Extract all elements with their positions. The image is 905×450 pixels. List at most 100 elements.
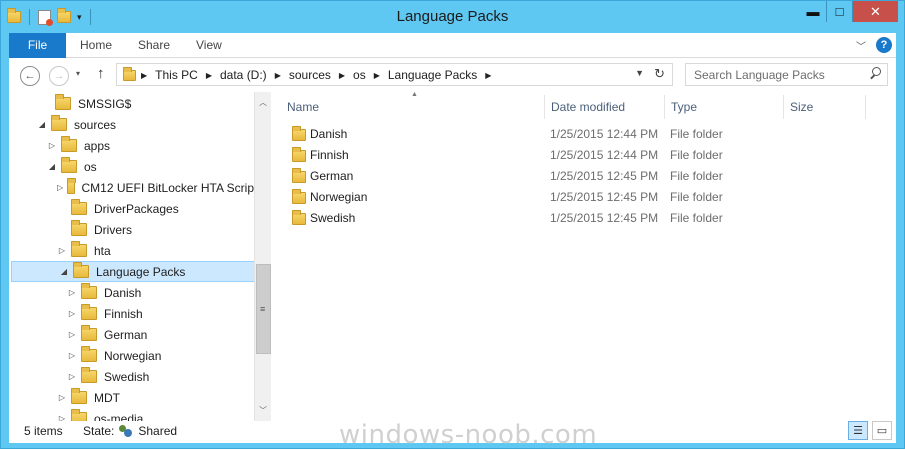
tree-expander-icon[interactable]: ▷ xyxy=(67,372,77,381)
column-header-date-modified[interactable]: Date modified xyxy=(545,95,665,119)
tree-expander-icon[interactable]: ▷ xyxy=(67,351,77,360)
folder-icon xyxy=(71,241,87,257)
up-one-level-button[interactable]: ↑ xyxy=(97,65,105,82)
breadcrumb-separator-icon[interactable]: ▶ xyxy=(374,71,380,80)
tree-item[interactable]: ▷ CM12 UEFI BitLocker HTA Scrip xyxy=(9,177,254,198)
breadcrumb-language-packs[interactable]: Language Packs xyxy=(388,68,477,82)
main-body: SMSSIG$ ◢ sources ▷ apps ◢ os ▷ CM12 UEF… xyxy=(9,91,896,421)
large-icons-view-button[interactable]: ▭ xyxy=(872,421,892,440)
maximize-button[interactable]: □ xyxy=(826,1,852,22)
tree-expander-icon[interactable]: ▷ xyxy=(47,141,57,150)
file-row[interactable]: Norwegian 1/25/2015 12:45 PM File folder xyxy=(281,187,866,208)
close-button[interactable]: ✕ xyxy=(852,1,898,22)
navigation-pane-scrollbar[interactable]: ︿ ≡ ﹀ xyxy=(254,92,271,421)
tree-item[interactable]: ▷ Swedish xyxy=(9,366,254,387)
address-bar[interactable]: ▶ This PC ▶ data (D:) ▶ sources ▶ os ▶ L… xyxy=(116,63,673,86)
tree-item-label: Norwegian xyxy=(104,348,162,363)
tab-home[interactable]: Home xyxy=(80,33,112,58)
tree-expander-icon[interactable]: ◢ xyxy=(59,267,69,276)
tree-expander-icon[interactable]: ◢ xyxy=(47,162,57,171)
tree-item[interactable]: ▷ Danish xyxy=(9,282,254,303)
refresh-icon[interactable]: ↻ xyxy=(654,66,665,82)
tree-item[interactable]: DriverPackages xyxy=(9,198,254,219)
expand-ribbon-chevron-icon[interactable]: ﹀ xyxy=(856,38,866,53)
title-bar[interactable]: ▾ Language Packs ▬ □ ✕ xyxy=(1,1,904,33)
minimize-button[interactable]: ▬ xyxy=(800,1,826,22)
address-history-chevron-icon[interactable]: ▼ xyxy=(635,68,644,78)
tree-item[interactable]: ◢ os xyxy=(9,156,254,177)
tree-item[interactable]: ▷ MDT xyxy=(9,387,254,408)
tree-item[interactable]: ▷ hta xyxy=(9,240,254,261)
file-name: Finnish xyxy=(310,148,349,162)
tree-item[interactable]: SMSSIG$ xyxy=(9,93,254,114)
breadcrumb-separator-icon[interactable]: ▶ xyxy=(339,71,345,80)
scroll-down-arrow-icon[interactable]: ﹀ xyxy=(255,402,271,419)
file-row[interactable]: German 1/25/2015 12:45 PM File folder xyxy=(281,166,866,187)
tree-item[interactable]: ▷ os-media xyxy=(9,408,254,421)
tree-item[interactable]: ▷ German xyxy=(9,324,254,345)
tree-item-label: os xyxy=(84,159,97,174)
breadcrumb: ▶ This PC ▶ data (D:) ▶ sources ▶ os ▶ L… xyxy=(141,68,491,82)
search-input[interactable] xyxy=(686,64,861,85)
item-count: 5 items xyxy=(24,424,63,438)
tree-expander-icon[interactable]: ▷ xyxy=(67,330,77,339)
folder-icon xyxy=(81,367,97,383)
breadcrumb-separator-icon[interactable]: ▶ xyxy=(485,71,491,80)
folder-icon xyxy=(81,325,97,341)
tree-expander-icon[interactable]: ▷ xyxy=(57,393,67,402)
file-row[interactable]: Swedish 1/25/2015 12:45 PM File folder xyxy=(281,208,866,229)
tree-expander-icon[interactable]: ▷ xyxy=(67,288,77,297)
forward-button[interactable]: → xyxy=(49,66,69,86)
tree-item[interactable]: ▷ apps xyxy=(9,135,254,156)
column-header-type[interactable]: Type xyxy=(665,95,784,119)
tree-item[interactable]: ▷ Finnish xyxy=(9,303,254,324)
tree-expander-icon[interactable]: ▷ xyxy=(67,309,77,318)
tree-expander-icon[interactable]: ▷ xyxy=(57,183,63,192)
tree-item[interactable]: Drivers xyxy=(9,219,254,240)
scrollbar-thumb[interactable]: ≡ xyxy=(256,264,271,354)
recent-locations-chevron-icon[interactable]: ▾ xyxy=(76,69,80,78)
breadcrumb-data-drive[interactable]: data (D:) xyxy=(220,68,267,82)
file-type: File folder xyxy=(670,190,723,204)
navigation-pane: SMSSIG$ ◢ sources ▷ apps ◢ os ▷ CM12 UEF… xyxy=(9,92,271,421)
shared-users-icon xyxy=(118,424,134,438)
file-name: Swedish xyxy=(310,211,356,225)
breadcrumb-separator-icon[interactable]: ▶ xyxy=(141,71,147,80)
search-icon[interactable] xyxy=(869,67,881,79)
tree-expander-icon[interactable]: ◢ xyxy=(37,120,47,129)
file-row[interactable]: Danish 1/25/2015 12:44 PM File folder xyxy=(281,124,866,145)
tree-expander-icon[interactable]: ▷ xyxy=(57,246,67,255)
tree-item-selected[interactable]: ◢ Language Packs xyxy=(11,261,256,282)
column-header-size[interactable]: Size xyxy=(784,95,866,119)
breadcrumb-separator-icon[interactable]: ▶ xyxy=(275,71,281,80)
tree-expander-icon[interactable]: ▷ xyxy=(57,414,67,421)
tab-share[interactable]: Share xyxy=(138,33,170,58)
tab-file[interactable]: File xyxy=(9,33,66,58)
breadcrumb-sources[interactable]: sources xyxy=(289,68,331,82)
folder-icon xyxy=(292,147,306,162)
column-header-name[interactable]: Name xyxy=(281,95,545,119)
folder-icon xyxy=(292,168,306,183)
tree-item[interactable]: ▷ Norwegian xyxy=(9,345,254,366)
breadcrumb-this-pc[interactable]: This PC xyxy=(155,68,198,82)
breadcrumb-separator-icon[interactable]: ▶ xyxy=(206,71,212,80)
state-label: State: xyxy=(83,424,115,438)
tree-item-label: Finnish xyxy=(104,306,143,321)
tab-view[interactable]: View xyxy=(196,33,222,58)
scrollbar-grip-icon: ≡ xyxy=(260,304,266,314)
folder-icon xyxy=(67,178,77,194)
back-button[interactable]: ← xyxy=(20,66,40,86)
file-name: Danish xyxy=(310,127,348,141)
folder-icon xyxy=(55,94,71,110)
breadcrumb-os[interactable]: os xyxy=(353,68,366,82)
file-name: German xyxy=(310,169,354,183)
file-row[interactable]: Finnish 1/25/2015 12:44 PM File folder xyxy=(281,145,866,166)
help-icon[interactable]: ? xyxy=(876,37,892,53)
folder-icon xyxy=(61,136,77,152)
details-view-button[interactable]: ☰ xyxy=(848,421,868,440)
tree-item-label: Drivers xyxy=(94,222,132,237)
search-box[interactable] xyxy=(685,63,888,86)
tree-item-label: SMSSIG$ xyxy=(78,96,132,111)
scroll-up-arrow-icon[interactable]: ︿ xyxy=(255,94,271,111)
tree-item[interactable]: ◢ sources xyxy=(9,114,254,135)
